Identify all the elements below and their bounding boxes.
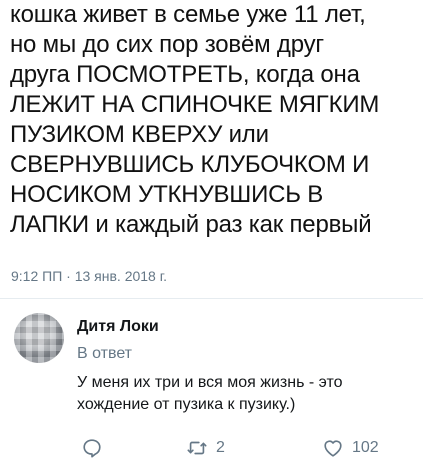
retweet-button[interactable]: 2 — [186, 432, 225, 464]
tweet-timestamp[interactable]: 9:12 ПП · 13 янв. 2018 г. — [11, 268, 167, 284]
like-button[interactable]: 102 — [322, 432, 379, 464]
reply-context: В ответ — [77, 345, 133, 362]
retweet-icon — [186, 437, 208, 459]
tweet-text-line: кошка живет в семье уже 11 лет, — [10, 1, 366, 28]
tweet-text: кошка живет в семье уже 11 лет, но мы до… — [10, 0, 420, 240]
tweet-text-line: ЛЕЖИТ НА СПИНОЧКЕ МЯГКИМ — [10, 91, 380, 118]
tweet-text-line: СВЕРНУВШИСЬ КЛУБОЧКОМ И — [10, 151, 370, 178]
tweet-text-line: ЛАПКИ и каждый раз как первый — [10, 211, 372, 238]
tweet-text-line: друга ПОСМОТРЕТЬ, когда она — [10, 61, 360, 88]
retweet-count: 2 — [216, 439, 225, 456]
like-count: 102 — [352, 439, 379, 456]
reply-text-line: У меня их три и вся моя жизнь - это — [77, 374, 343, 391]
reply-bubble-icon — [81, 437, 103, 459]
reply-text: У меня их три и вся моя жизнь - это хожд… — [77, 372, 417, 416]
tweet-text-line: ПУЗИКОМ КВЕРХУ или — [10, 121, 269, 148]
divider — [0, 298, 423, 299]
reply-author-name[interactable]: Дитя Локи — [77, 318, 159, 336]
heart-icon — [322, 437, 344, 459]
reply-text-line: хождение от пузика к пузику.) — [77, 396, 296, 413]
action-bar: 2 102 — [0, 432, 423, 464]
tweet-text-line: но мы до сих пор зовём друг — [10, 31, 324, 58]
tweet-text-line: НОСИКОМ УТКНУВШИСЬ В — [10, 181, 324, 208]
reply-avatar[interactable] — [14, 313, 64, 363]
reply-button[interactable] — [81, 432, 103, 464]
